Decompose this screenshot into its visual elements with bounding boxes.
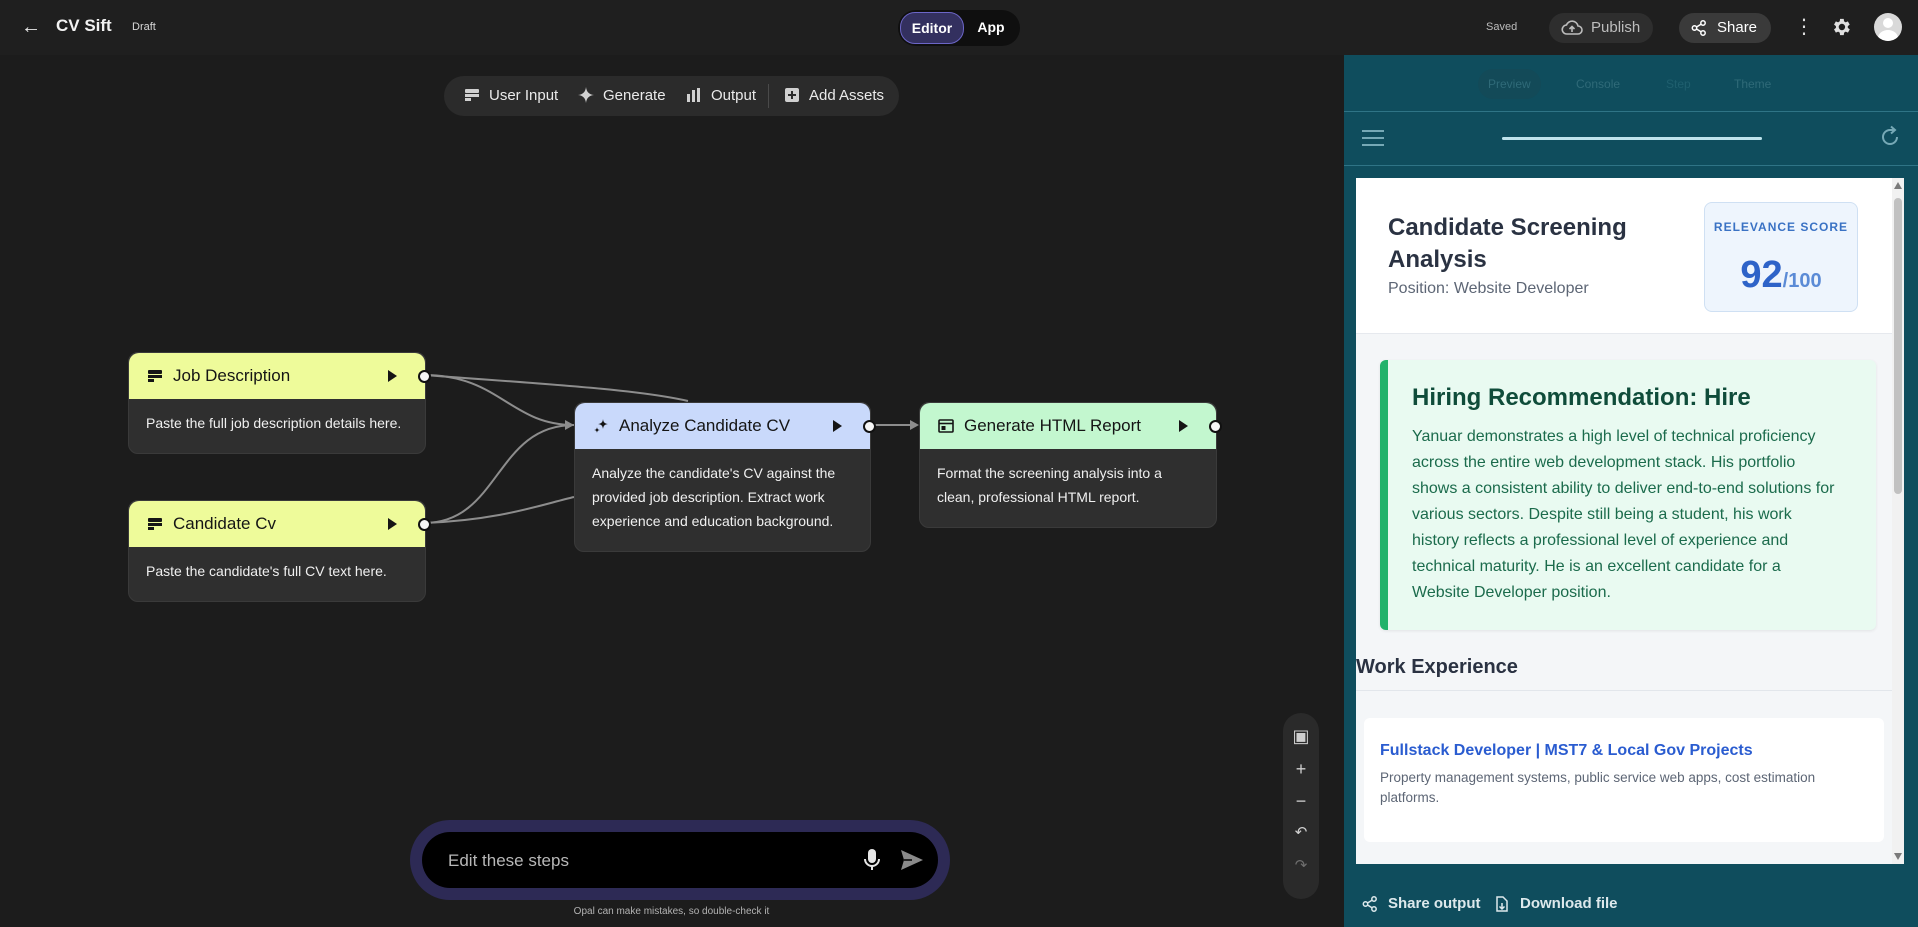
refresh-icon[interactable] [1878, 125, 1902, 149]
score-value: 92/100 [1705, 253, 1857, 303]
disclaimer-text: Opal can make mistakes, so double-check … [573, 906, 770, 917]
save-state: Saved [1486, 21, 1518, 33]
zoom-in-icon[interactable]: + [1283, 756, 1319, 782]
web-report-icon [938, 419, 954, 433]
run-progress-fill [1502, 137, 1762, 140]
node-description: Paste the full job description details h… [146, 415, 402, 431]
share-button[interactable]: Share [1679, 13, 1771, 43]
output-port[interactable] [418, 518, 431, 531]
node-description: Format the screening analysis into a cle… [937, 465, 1162, 505]
output-port[interactable] [1209, 420, 1222, 433]
run-step-icon[interactable] [1179, 420, 1188, 432]
scroll-down-icon[interactable] [1894, 853, 1902, 860]
job-description: Property management systems, public serv… [1380, 770, 1816, 805]
send-icon[interactable] [900, 849, 924, 871]
score-max: /100 [1782, 270, 1822, 292]
job-card: Fullstack Developer | MST7 & Local Gov P… [1364, 718, 1884, 842]
share-icon [1362, 896, 1377, 912]
report-preview: Candidate Screening Analysis Position: W… [1356, 178, 1904, 864]
node-header[interactable]: Generate HTML Report [920, 403, 1216, 449]
panel-tabs: Preview Console Step Theme [1344, 55, 1918, 111]
prompt-inner [422, 832, 938, 890]
output-port[interactable] [418, 370, 431, 383]
tab-console[interactable]: Console [1576, 69, 1620, 99]
publish-label: Publish [1591, 19, 1641, 36]
publish-button[interactable]: Publish [1549, 13, 1653, 43]
node-description: Analyze the candidate's CV against the p… [592, 465, 836, 529]
node-header[interactable]: Candidate Cv [129, 501, 425, 547]
tab-theme[interactable]: Theme [1734, 69, 1771, 99]
output-port[interactable] [863, 420, 876, 433]
gear-icon[interactable] [1830, 16, 1852, 38]
arrowhead-analyze [565, 420, 574, 430]
node-title: Job Description [173, 366, 291, 385]
download-file-label: Download file [1520, 895, 1618, 912]
toolbar-divider [1344, 165, 1918, 166]
redo-icon[interactable]: ↷ [1283, 853, 1319, 879]
run-step-icon[interactable] [833, 420, 842, 432]
score-label: RELEVANCE SCORE [1713, 220, 1849, 234]
run-step-icon[interactable] [388, 518, 397, 530]
microphone-icon[interactable] [862, 848, 882, 872]
report-title: Candidate Screening Analysis [1388, 214, 1627, 273]
user-input-icon [148, 518, 162, 530]
node-analyze-candidate-cv[interactable]: Analyze Candidate CV Analyze the candida… [574, 402, 876, 552]
recommendation-text: Yanuar demonstrates a high level of tech… [1412, 428, 1835, 601]
node-title: Candidate Cv [173, 514, 277, 533]
cloud-upload-icon [1561, 20, 1583, 35]
tabs-divider [1344, 111, 1918, 112]
run-progress-bar [1502, 137, 1762, 140]
download-file-button[interactable]: Download file [1494, 891, 1618, 917]
scroll-up-icon[interactable] [1894, 182, 1902, 189]
more-options-icon[interactable]: ⋮ [1794, 15, 1814, 39]
user-input-icon [148, 370, 162, 382]
node-candidate-cv[interactable]: Candidate Cv Paste the candidate's full … [128, 500, 431, 602]
preview-panel: Preview Console Step Theme Candidate Scr… [1344, 55, 1918, 927]
recommendation-card: Hiring Recommendation: Hire Yanuar demon… [1380, 360, 1876, 630]
menu-icon[interactable] [1362, 129, 1384, 147]
edit-steps-input[interactable] [446, 832, 830, 890]
tab-preview[interactable]: Preview [1478, 69, 1541, 99]
recommendation-title: Hiring Recommendation: Hire [1412, 384, 1751, 411]
report-header: Candidate Screening Analysis Position: W… [1356, 178, 1892, 334]
prompt-box [410, 820, 950, 900]
share-label: Share [1717, 19, 1758, 36]
score-number: 92 [1740, 254, 1783, 296]
node-header[interactable]: Analyze Candidate CV [575, 403, 870, 449]
share-output-button[interactable]: Share output [1362, 891, 1482, 917]
zoom-controls: ▣ + − ↶ ↷ [1283, 713, 1319, 899]
job-title[interactable]: Fullstack Developer | MST7 & Local Gov P… [1380, 742, 1753, 760]
zoom-out-icon[interactable]: − [1283, 788, 1319, 814]
avatar[interactable] [1874, 13, 1902, 41]
section-divider [1356, 690, 1892, 691]
download-file-icon [1496, 896, 1508, 912]
edge-cv-analyze [423, 424, 575, 524]
node-title: Generate HTML Report [964, 416, 1141, 435]
edge-jobdesc-report [423, 374, 689, 402]
node-title: Analyze Candidate CV [619, 416, 791, 435]
run-step-icon[interactable] [388, 370, 397, 382]
node-job-description[interactable]: Job Description Paste the full job descr… [128, 352, 431, 454]
sparkle-icon [594, 419, 608, 433]
node-header[interactable]: Job Description [129, 353, 425, 399]
work-experience-heading: Work Experience [1356, 656, 1518, 678]
fit-view-icon[interactable]: ▣ [1283, 723, 1319, 749]
undo-icon[interactable]: ↶ [1283, 820, 1319, 846]
tab-step[interactable]: Step [1666, 69, 1691, 99]
share-output-label: Share output [1388, 895, 1481, 912]
share-icon [1691, 20, 1706, 36]
scroll-thumb[interactable] [1894, 198, 1902, 494]
report-scrollbar[interactable] [1892, 178, 1904, 864]
node-generate-html-report[interactable]: Generate HTML Report Format the screenin… [919, 402, 1222, 528]
relevance-score-card: RELEVANCE SCORE 92/100 [1704, 202, 1858, 312]
report-position: Position: Website Developer [1388, 280, 1589, 297]
node-description: Paste the candidate's full CV text here. [146, 563, 387, 579]
arrowhead-report [910, 420, 919, 430]
edge-jobdesc-analyze [423, 374, 575, 426]
